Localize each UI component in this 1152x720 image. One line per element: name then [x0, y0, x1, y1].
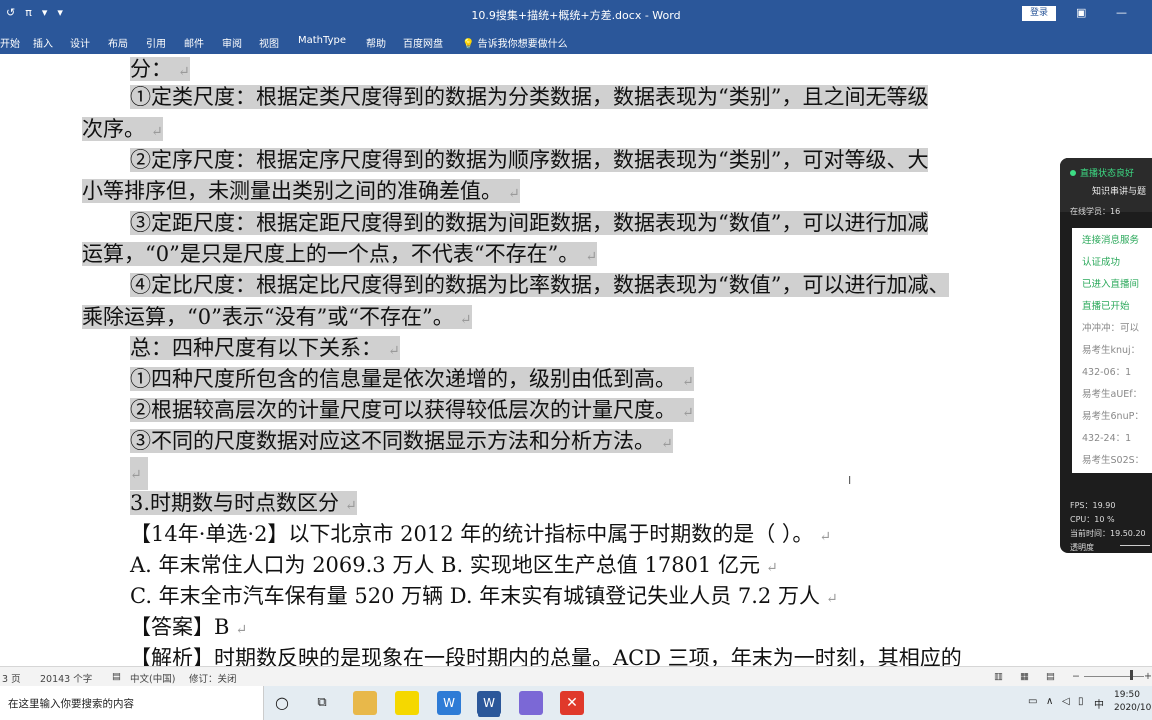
tab-baidu-netdisk[interactable]: 百度网盘: [403, 35, 443, 50]
track-changes-status[interactable]: 修订：关闭: [189, 671, 237, 685]
tell-me-search[interactable]: 💡 告诉我你想要做什么: [462, 35, 568, 50]
message-list[interactable]: 连接消息服务 认证成功 已进入直播间 直播已开始 冲冲冲：可以 易考生knuj：…: [1072, 228, 1152, 473]
login-button[interactable]: 登录: [1022, 6, 1056, 21]
cortana-icon[interactable]: ○: [270, 691, 294, 715]
doc-line: ①四种尺度所包含的信息量是依次递增的，级别由低到高。 ↵: [130, 367, 694, 391]
fps-readout: FPS：19.90: [1070, 501, 1116, 510]
message-item: 冲冲冲：可以: [1082, 323, 1140, 334]
live-indicator-icon: [1070, 170, 1076, 176]
doc-heading: 3.时期数与时点数区分 ↵: [130, 491, 357, 515]
tray-chevron-icon[interactable]: ∧: [1046, 696, 1053, 707]
document-canvas[interactable]: 分： ↵ ①定类尺度：根据定类尺度得到的数据为分类数据，数据表现为“类别”，且之间…: [0, 54, 1152, 666]
message-item: 432-24：1: [1082, 433, 1132, 444]
doc-line: ③定距尺度：根据定距尺度得到的数据为间距数据，数据表现为“数值”，可以进行加减: [130, 211, 929, 235]
tab-help[interactable]: 帮助: [366, 35, 386, 50]
tab-mailings[interactable]: 邮件: [184, 35, 204, 50]
word-app-icon[interactable]: W: [477, 691, 501, 715]
doc-line: ④定比尺度：根据定比尺度得到的数据为比率数据，数据表现为“数值”，可以进行加减、: [130, 273, 950, 297]
live-status: 直播状态良好: [1070, 166, 1134, 179]
zoom-out-button[interactable]: −: [1072, 671, 1080, 682]
tab-home[interactable]: 开始: [0, 35, 20, 50]
battery-icon[interactable]: ▯: [1078, 696, 1084, 707]
web-layout-icon[interactable]: ▤: [1046, 671, 1055, 682]
print-layout-icon[interactable]: ▦: [1020, 671, 1029, 682]
proofing-icon[interactable]: ▤: [112, 671, 121, 682]
clock-date: 2020/10: [1114, 703, 1152, 713]
message-item: 认证成功: [1082, 257, 1121, 268]
input-method-indicator[interactable]: 中: [1094, 696, 1104, 711]
title-bar: ↺ π ▾ ▾ 10.9搜集+描统+概统+方差.docx - Word 登录 ▣…: [0, 0, 1152, 28]
doc-line: 总：四种尺度有以下关系： ↵: [130, 336, 400, 360]
text-cursor-icon: I: [848, 474, 852, 487]
minimize-icon[interactable]: —: [1116, 6, 1127, 19]
read-mode-icon[interactable]: ▥: [994, 671, 1003, 682]
clock-time: 19:50: [1114, 690, 1140, 700]
live-app-icon[interactable]: [519, 691, 543, 715]
tab-insert[interactable]: 插入: [33, 35, 53, 50]
word-count[interactable]: 20143 个字: [40, 671, 92, 685]
ribbon-tabs: 开始 插入 设计 布局 引用 邮件 审阅 视图 MathType 帮助 百度网盘…: [0, 28, 1152, 54]
file-explorer-icon[interactable]: [353, 691, 377, 715]
online-count: 在线学员：16: [1070, 207, 1121, 216]
doc-line: ②根据较高层次的计量尺度可以获得较低层次的计量尺度。 ↵: [130, 398, 694, 422]
cpu-readout: CPU：10 %: [1070, 515, 1115, 524]
opacity-slider[interactable]: [1120, 545, 1150, 546]
doc-line: 【14年·单选·2】以下北京市 2012 年的统计指标中属于时期数的是（ ）。 ↵: [130, 522, 832, 546]
doc-line: ①定类尺度：根据定类尺度得到的数据为分类数据，数据表现为“类别”，且之间无等级: [130, 85, 929, 109]
lightbulb-icon: 💡: [462, 39, 475, 50]
message-item: 易考生knuj：: [1082, 345, 1141, 356]
task-view-icon[interactable]: ⧉: [310, 691, 334, 715]
live-stream-panel[interactable]: 直播状态良好 知识串讲与题 在线学员：16 连接消息服务 认证成功 已进入直播间…: [1060, 158, 1152, 553]
doc-line: C. 年末全市汽车保有量 520 万辆 D. 年末实有城镇登记失业人员 7.2 …: [130, 584, 838, 608]
doc-line: ②定序尺度：根据定序尺度得到的数据为顺序数据，数据表现为“类别”，可对等级、大: [130, 148, 929, 172]
language-indicator[interactable]: 中文(中国): [130, 671, 175, 685]
tab-references[interactable]: 引用: [146, 35, 166, 50]
live-course-title: 知识串讲与题: [1092, 187, 1147, 197]
status-bar: 3 页 20143 个字 ▤ 中文(中国) 修订：关闭 ▥ ▦ ▤ − +: [0, 666, 1152, 687]
xmind-app-icon[interactable]: ✕: [560, 691, 584, 715]
message-item: 432-06：1: [1082, 367, 1132, 378]
tab-review[interactable]: 审阅: [222, 35, 242, 50]
taskbar: 在这里输入你要搜索的内容 ○ ⧉ W W ✕ ▭ ∧ ◁ ▯ 中 19:50 2…: [0, 686, 1152, 720]
doc-line: ↵: [130, 457, 148, 490]
tab-mathtype[interactable]: MathType: [298, 35, 346, 46]
network-icon[interactable]: ▭: [1028, 696, 1037, 707]
tab-layout[interactable]: 布局: [108, 35, 128, 50]
doc-line: A. 年末常住人口为 2069.3 万人 B. 实现地区生产总值 17801 亿…: [130, 553, 778, 577]
wps-writer-icon[interactable]: W: [437, 691, 461, 715]
zoom-in-button[interactable]: +: [1144, 671, 1152, 682]
search-placeholder: 在这里输入你要搜索的内容: [8, 698, 134, 710]
opacity-label: 透明度: [1070, 543, 1094, 552]
message-item: 易考生aUEf：: [1082, 389, 1143, 400]
doc-line: 【答案】B ↵: [130, 615, 248, 639]
volume-icon[interactable]: ◁: [1062, 696, 1070, 707]
message-item: 直播已开始: [1082, 301, 1130, 312]
page-count[interactable]: 3 页: [2, 671, 21, 685]
doc-line: 小等排序但，未测量出类别之间的准确差值。 ↵: [82, 179, 520, 203]
sticky-notes-icon[interactable]: [395, 691, 419, 715]
message-item: 易考生S02S：: [1082, 455, 1145, 466]
taskbar-search[interactable]: 在这里输入你要搜索的内容: [0, 686, 264, 720]
window-title: 10.9搜集+描统+概统+方差.docx - Word: [471, 9, 681, 22]
system-clock[interactable]: 19:50 2020/10: [1114, 689, 1151, 715]
message-item: 已进入直播间: [1082, 279, 1140, 290]
tab-view[interactable]: 视图: [259, 35, 279, 50]
doc-line: 运算，“0”是只是尺度上的一个点，不代表“不存在”。 ↵: [82, 242, 598, 266]
tab-design[interactable]: 设计: [70, 35, 90, 50]
message-item: 易考生6nuP：: [1082, 411, 1144, 422]
ribbon-display-icon[interactable]: ▣: [1076, 6, 1086, 19]
doc-line: 次序。 ↵: [82, 117, 163, 141]
current-time-readout: 当前时间：19.50.20: [1070, 529, 1146, 538]
tell-me-label: 告诉我你想要做什么: [477, 39, 568, 50]
message-item: 连接消息服务: [1082, 235, 1140, 246]
zoom-slider[interactable]: [1084, 676, 1144, 677]
zoom-slider-thumb[interactable]: [1130, 670, 1133, 680]
doc-line: 【解析】时期数反映的是现象在一段时期内的总量。ACD 三项，年末为一时刻，其相应…: [130, 646, 962, 666]
doc-line: ③不同的尺度数据对应这不同数据显示方法和分析方法。 ↵: [130, 429, 673, 453]
doc-line: 乘除运算，“0”表示“没有”或“不存在”。 ↵: [82, 305, 472, 329]
